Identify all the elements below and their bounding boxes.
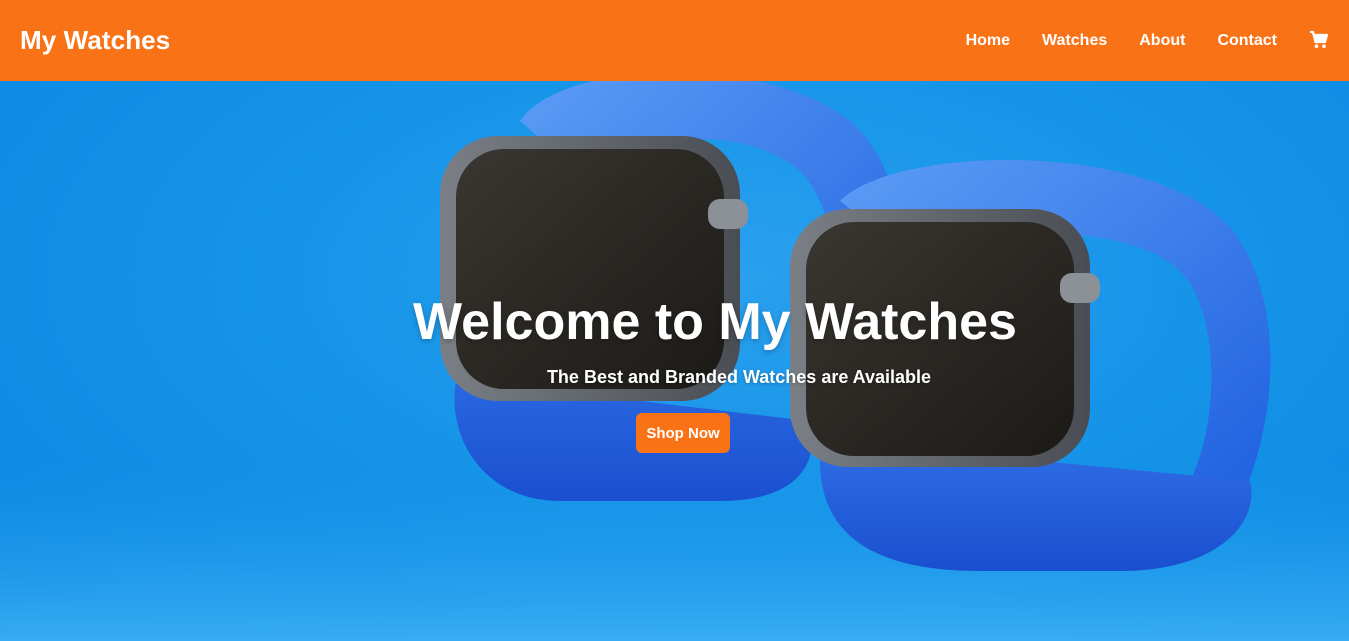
- nav-links: Home Watches About Contact: [934, 27, 1329, 55]
- hero-title: Welcome to My Watches: [413, 293, 1017, 351]
- nav-item-about: About: [1139, 32, 1185, 50]
- nav-link-contact[interactable]: Contact: [1217, 32, 1277, 49]
- shopping-cart-icon[interactable]: [1309, 30, 1329, 50]
- nav-item-cart: [1309, 27, 1329, 55]
- nav-item-watches: Watches: [1042, 32, 1107, 50]
- shop-now-button[interactable]: Shop Now: [636, 413, 730, 453]
- nav-link-about[interactable]: About: [1139, 32, 1185, 49]
- hero-content: Welcome to My Watches The Best and Brand…: [0, 81, 1349, 641]
- hero-section: Welcome to My Watches The Best and Brand…: [0, 81, 1349, 641]
- nav-link-watches[interactable]: Watches: [1042, 32, 1107, 49]
- hero-subtitle: The Best and Branded Watches are Availab…: [546, 367, 932, 387]
- nav-item-home: Home: [966, 32, 1010, 50]
- nav-item-contact: Contact: [1217, 32, 1277, 50]
- navbar: My Watches Home Watches About Contact: [0, 0, 1349, 81]
- brand-logo[interactable]: My Watches: [20, 25, 170, 56]
- nav-link-home[interactable]: Home: [966, 32, 1010, 49]
